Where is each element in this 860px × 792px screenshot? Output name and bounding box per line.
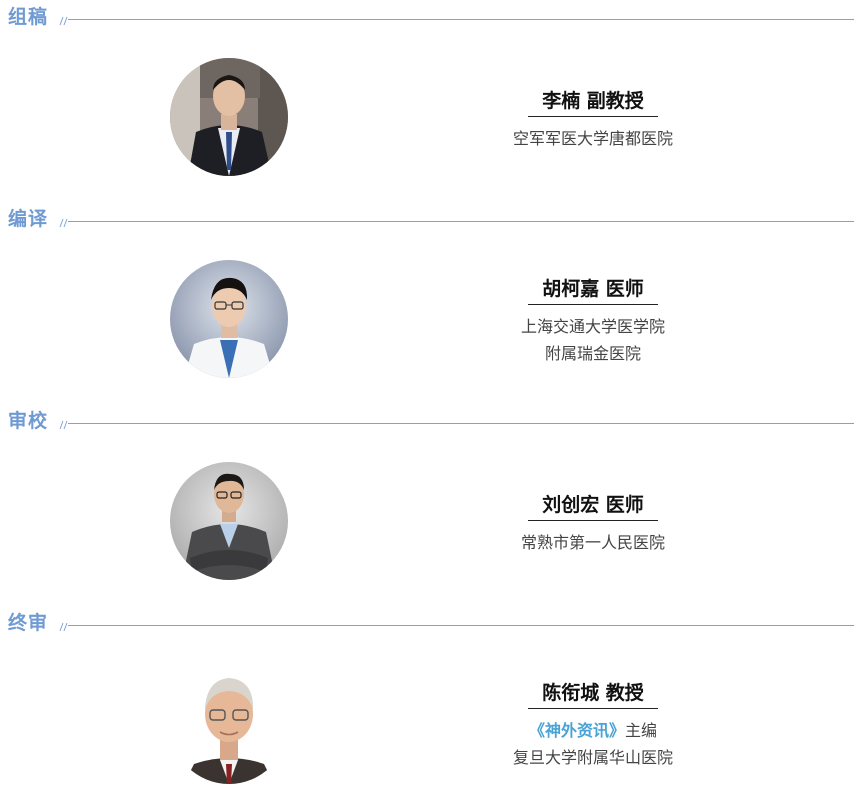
portrait-photo [170, 58, 288, 176]
affiliation-line: 常熟市第一人民医院 [520, 533, 665, 552]
person-name: 刘创宏 医师 [528, 490, 658, 521]
double-slash-icon [59, 622, 68, 632]
section-header: 终审 [0, 606, 860, 636]
section-title: 组稿 [8, 6, 49, 28]
section-reviewer: 审校 刘创宏 医师 常熟市第一人民医院 [0, 404, 860, 594]
section-divider [68, 423, 854, 424]
affiliation-line: 复旦大学附属华山医院 [512, 748, 673, 767]
journal-title: 《神外资讯》 [528, 721, 625, 740]
double-slash-icon [59, 218, 68, 228]
person-name: 陈衔城 教授 [528, 678, 658, 709]
portrait-photo [170, 260, 288, 378]
section-translator: 编译 胡柯嘉 医师 上海交通大学医学院 附属瑞金医院 [0, 202, 860, 392]
section-divider [68, 19, 854, 20]
section-final-review: 终审 陈衔城 教授 《神外资讯》主编 复旦大学附属华山医院 [0, 606, 860, 792]
section-divider [68, 625, 854, 626]
person-info: 陈衔城 教授 《神外资讯》主编 复旦大学附属华山医院 [493, 678, 693, 771]
double-slash-icon [59, 16, 68, 26]
affiliation-line: 附属瑞金医院 [544, 344, 641, 363]
section-title: 编译 [8, 208, 49, 230]
portrait-photo [170, 462, 288, 580]
section-header: 审校 [0, 404, 860, 434]
section-title: 审校 [8, 410, 49, 432]
person-name: 李楠 副教授 [528, 86, 658, 117]
role-label: 主编 [625, 721, 658, 740]
person-info: 李楠 副教授 空军军医大学唐都医院 [493, 86, 693, 152]
person-name: 胡柯嘉 医师 [528, 274, 658, 305]
section-header: 组稿 [0, 0, 860, 30]
affiliation-line: 空军军医大学唐都医院 [512, 129, 673, 148]
editor-role-line: 《神外资讯》主编 [493, 717, 693, 744]
person-info: 刘创宏 医师 常熟市第一人民医院 [493, 490, 693, 556]
section-divider [68, 221, 854, 222]
affiliation-line: 上海交通大学医学院 [520, 317, 665, 336]
section-organizer: 组稿 李楠 副教授 空军军医大学唐都医院 [0, 0, 860, 190]
section-header: 编译 [0, 202, 860, 232]
double-slash-icon [59, 420, 68, 430]
portrait-photo [170, 666, 288, 784]
section-title: 终审 [8, 612, 49, 634]
person-info: 胡柯嘉 医师 上海交通大学医学院 附属瑞金医院 [493, 274, 693, 367]
